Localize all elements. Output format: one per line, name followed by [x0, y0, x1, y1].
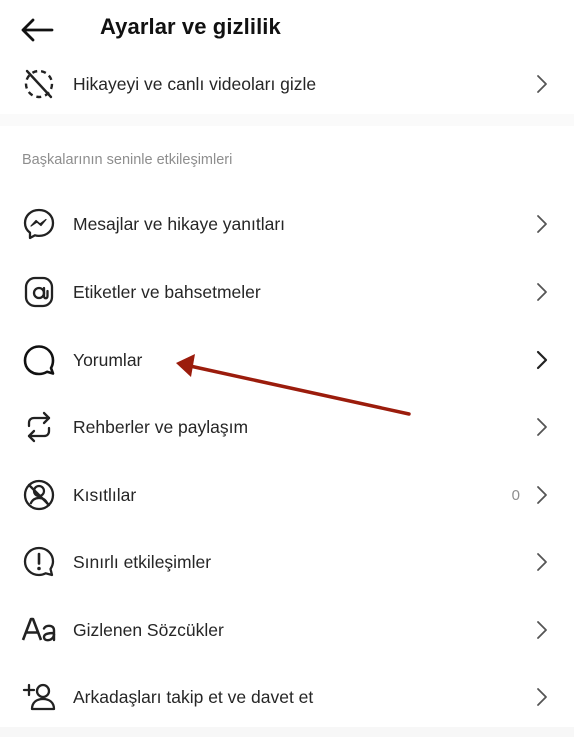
chevron-right-icon [534, 212, 550, 236]
chevron-right-icon [534, 685, 550, 709]
menu-item-limited-interactions[interactable]: Sınırlı etkileşimler [0, 534, 574, 590]
comment-icon [20, 341, 58, 379]
share-arrows-icon [20, 408, 58, 446]
chevron-right-icon [534, 72, 550, 96]
at-sign-icon [20, 273, 58, 311]
page-title: Ayarlar ve gizlilik [100, 14, 281, 39]
menu-item-hide-story[interactable]: Hikayeyi ve canlı videoları gizle [0, 56, 574, 112]
menu-item-label: Etiketler ve bahsetmeler [73, 281, 261, 302]
add-person-icon [20, 678, 58, 716]
menu-item-label: Kısıtlılar [73, 484, 137, 505]
menu-item-messages[interactable]: Mesajlar ve hikaye yanıtları [0, 196, 574, 252]
menu-item-label: Hikayeyi ve canlı videoları gizle [73, 73, 317, 94]
alert-circle-icon [20, 543, 58, 581]
menu-item-label: Rehberler ve paylaşım [73, 416, 249, 437]
chevron-right-icon [534, 280, 550, 304]
menu-item-hidden-words[interactable]: Gizlenen Sözcükler [0, 602, 574, 658]
menu-item-guides-sharing[interactable]: Rehberler ve paylaşım [0, 399, 574, 455]
messenger-icon [20, 205, 58, 243]
menu-item-follow-invite[interactable]: Arkadaşları takip et ve davet et [0, 669, 574, 725]
menu-item-label: Gizlenen Sözcükler [73, 619, 224, 640]
bottom-divider [0, 727, 574, 737]
menu-item-restricted[interactable]: Kısıtlılar 0 [0, 467, 574, 523]
chevron-right-icon [534, 550, 550, 574]
menu-item-comments[interactable]: Yorumlar [0, 332, 574, 388]
arrow-left-icon [21, 18, 54, 42]
restricted-icon [20, 476, 58, 514]
menu-item-tags-mentions[interactable]: Etiketler ve bahsetmeler [0, 264, 574, 320]
back-button[interactable] [20, 12, 60, 48]
menu-item-label: Arkadaşları takip et ve davet et [73, 686, 314, 707]
text-aa-icon [20, 611, 58, 649]
menu-item-label: Sınırlı etkileşimler [73, 551, 212, 572]
chevron-right-icon [534, 618, 550, 642]
chevron-right-icon [534, 483, 550, 507]
hide-story-icon [20, 65, 58, 103]
section-header: Başkalarının seninle etkileşimleri [22, 152, 233, 168]
menu-item-label: Yorumlar [73, 349, 143, 370]
header: Ayarlar ve gizlilik [0, 0, 574, 56]
chevron-right-icon [534, 348, 550, 372]
menu-item-label: Mesajlar ve hikaye yanıtları [73, 213, 286, 234]
section-divider [0, 114, 574, 126]
restricted-count: 0 [511, 486, 520, 504]
chevron-right-icon [534, 415, 550, 439]
